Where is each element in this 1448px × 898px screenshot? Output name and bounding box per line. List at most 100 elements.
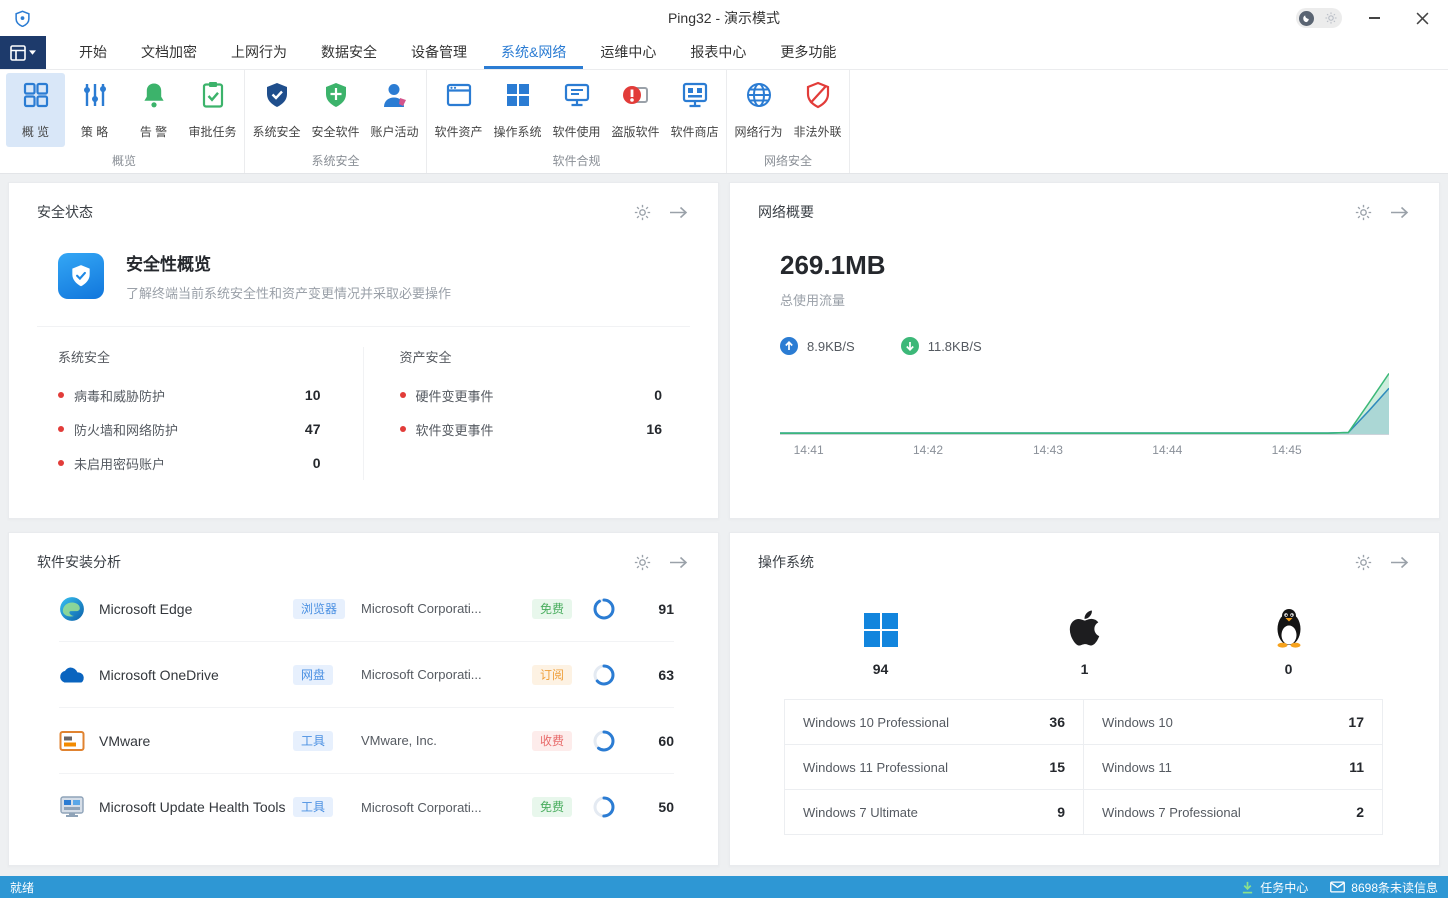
- stat-label: 防火墙和网络防护: [74, 420, 305, 439]
- platform-count: 94: [873, 661, 889, 677]
- ribbon-tab-report-center[interactable]: 报表中心: [673, 36, 763, 69]
- chart-x-axis: 14:41 14:42 14:43 14:44 14:45: [780, 441, 1389, 461]
- task-center-button[interactable]: 任务中心: [1241, 879, 1308, 896]
- card-operating-system: 操作系统 94 1 0: [729, 532, 1440, 866]
- table-cell[interactable]: Windows 11 Professional 15: [785, 745, 1084, 789]
- ribbon-item-approval-tasks[interactable]: 审批任务: [183, 73, 242, 147]
- settings-gear-icon[interactable]: [634, 554, 651, 571]
- ribbon-item-label: 软件资产: [434, 123, 482, 140]
- ribbon-tab-data-security[interactable]: 数据安全: [304, 36, 394, 69]
- ribbon-tab-device-management[interactable]: 设备管理: [394, 36, 484, 69]
- mail-icon: [1330, 881, 1345, 893]
- table-cell[interactable]: Windows 10 Professional 36: [785, 700, 1084, 744]
- ribbon-tab-more-features[interactable]: 更多功能: [763, 36, 853, 69]
- ribbon-item-account-activity[interactable]: 账户活动: [365, 73, 424, 147]
- os-squares-icon: [503, 80, 533, 115]
- ribbon-item-network-behavior[interactable]: 网络行为: [729, 73, 788, 147]
- app-menu-button[interactable]: [0, 36, 46, 69]
- settings-gear-icon[interactable]: [1355, 554, 1372, 571]
- approval-clipboard-icon: [198, 80, 228, 115]
- install-count: 50: [638, 799, 674, 815]
- ribbon-tab-document-encryption[interactable]: 文档加密: [124, 36, 214, 69]
- download-rate-value: 11.8KB/S: [928, 339, 982, 354]
- ribbon-tab-system-network[interactable]: 系统&网络: [484, 36, 583, 69]
- ribbon-item-system-security[interactable]: 系统安全: [247, 73, 306, 147]
- ribbon-item-software-assets[interactable]: 软件资产: [429, 73, 488, 147]
- ribbon-tab-ops-center[interactable]: 运维中心: [583, 36, 673, 69]
- table-cell[interactable]: Windows 10 17: [1084, 700, 1382, 744]
- download-icon: [1241, 881, 1254, 894]
- ribbon-item-label: 概 览: [22, 123, 49, 140]
- close-button[interactable]: [1406, 3, 1438, 33]
- minimize-button[interactable]: [1358, 3, 1390, 33]
- os-version-label: Windows 10 Professional: [803, 715, 949, 730]
- ribbon-item-operating-system[interactable]: 操作系统: [488, 73, 547, 147]
- goto-arrow-icon[interactable]: [669, 206, 688, 219]
- goto-arrow-icon[interactable]: [1390, 206, 1409, 219]
- software-store-icon: [680, 80, 710, 115]
- ribbon-item-label: 网络行为: [734, 123, 782, 140]
- software-row-edge[interactable]: Microsoft Edge 浏览器 Microsoft Corporati..…: [59, 576, 674, 642]
- category-badge: 浏览器: [293, 599, 345, 619]
- software-row-update-health-tools[interactable]: Microsoft Update Health Tools 工具 Microso…: [59, 774, 674, 840]
- theme-toggle[interactable]: [1296, 8, 1342, 28]
- ribbon-item-policy[interactable]: 策 略: [65, 73, 124, 147]
- table-cell[interactable]: Windows 7 Professional 2: [1084, 790, 1382, 834]
- goto-arrow-icon[interactable]: [1390, 556, 1409, 569]
- ribbon-item-software-store[interactable]: 软件商店: [665, 73, 724, 147]
- software-vendor: VMware, Inc.: [361, 733, 532, 748]
- settings-gear-icon[interactable]: [634, 204, 651, 221]
- ribbon-item-security-software[interactable]: 安全软件: [306, 73, 365, 147]
- chevron-down-icon: [29, 50, 36, 55]
- ribbon-item-illegal-connection[interactable]: 非法外联: [788, 73, 847, 147]
- bullet-dot-icon: [58, 426, 64, 432]
- stat-row[interactable]: 硬件变更事件 0: [400, 378, 663, 412]
- ribbon-item-overview[interactable]: 概 览: [6, 73, 65, 147]
- upload-arrow-icon: [780, 337, 798, 355]
- software-vendor: Microsoft Corporati...: [361, 601, 532, 616]
- security-shield-icon: [58, 253, 104, 299]
- vmware-app-icon: [59, 728, 89, 754]
- window-title: Ping32 - 演示模式: [0, 8, 1448, 28]
- stat-value: 0: [654, 387, 662, 403]
- os-version-count: 17: [1348, 714, 1364, 730]
- linux-tux-icon: [1272, 606, 1306, 648]
- ribbon-tab-internet-behavior[interactable]: 上网行为: [214, 36, 304, 69]
- ribbon-group-overview: 概 览 策 略 告 警 审批任务 概览: [4, 70, 245, 173]
- table-cell[interactable]: Windows 11 11: [1084, 745, 1382, 789]
- stat-row[interactable]: 未启用密码账户 0: [58, 446, 321, 480]
- os-version-table: Windows 10 Professional 36 Windows 10 17…: [784, 699, 1383, 835]
- ribbon-item-software-usage[interactable]: 软件使用: [547, 73, 606, 147]
- unread-messages-button[interactable]: 8698条未读信息: [1330, 879, 1438, 896]
- ribbon-tab-start[interactable]: 开始: [62, 36, 124, 69]
- software-row-vmware[interactable]: VMware 工具 VMware, Inc. 收费 60: [59, 708, 674, 774]
- os-version-count: 15: [1049, 759, 1065, 775]
- alarm-bell-icon: [139, 80, 169, 115]
- table-cell[interactable]: Windows 7 Ultimate 9: [785, 790, 1084, 834]
- install-count: 63: [638, 667, 674, 683]
- category-badge: 工具: [293, 797, 333, 817]
- software-row-onedrive[interactable]: Microsoft OneDrive 网盘 Microsoft Corporat…: [59, 642, 674, 708]
- x-tick: 14:44: [1152, 443, 1182, 457]
- stat-row[interactable]: 防火墙和网络防护 47: [58, 412, 321, 446]
- platform-windows[interactable]: 94: [779, 606, 983, 677]
- software-name: VMware: [99, 733, 293, 749]
- platform-macos[interactable]: 1: [983, 606, 1187, 677]
- network-chart-svg: [780, 369, 1389, 434]
- titlebar: Ping32 - 演示模式: [0, 0, 1448, 36]
- security-description: 了解终端当前系统安全性和资产变更情况并采取必要操作: [126, 283, 451, 302]
- stat-row[interactable]: 病毒和威胁防护 10: [58, 378, 321, 412]
- ribbon-group-label: 软件合规: [429, 147, 724, 173]
- card-title: 网络概要: [758, 202, 814, 222]
- bullet-dot-icon: [400, 392, 406, 398]
- card-title: 安全状态: [37, 202, 93, 222]
- goto-arrow-icon[interactable]: [669, 556, 688, 569]
- ribbon-item-alarm[interactable]: 告 警: [124, 73, 183, 147]
- platform-linux[interactable]: 0: [1187, 606, 1391, 677]
- ribbon-tab-bar: 开始 文档加密 上网行为 数据安全 设备管理 系统&网络 运维中心 报表中心 更…: [0, 36, 1448, 70]
- software-vendor: Microsoft Corporati...: [361, 667, 532, 682]
- settings-gear-icon[interactable]: [1355, 204, 1372, 221]
- ribbon-item-pirated-software[interactable]: 盗版软件: [606, 73, 665, 147]
- stat-row[interactable]: 软件变更事件 16: [400, 412, 663, 446]
- platform-count: 1: [1081, 661, 1089, 677]
